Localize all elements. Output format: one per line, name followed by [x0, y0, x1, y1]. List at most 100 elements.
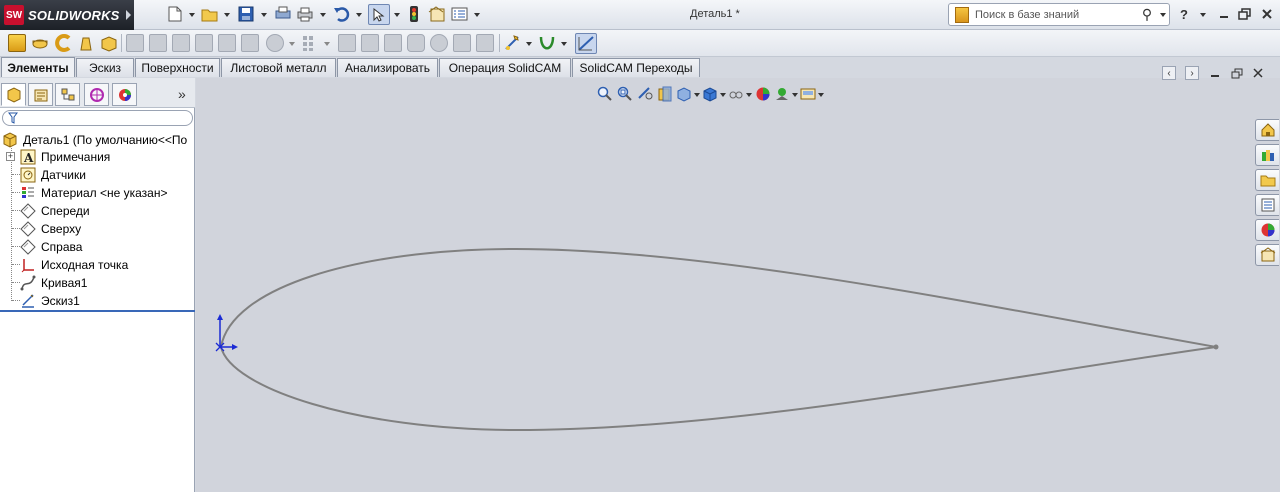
- graphics-area[interactable]: ‹ ›: [196, 66, 1280, 492]
- save-dropdown-icon[interactable]: [261, 13, 267, 17]
- custom-properties-icon[interactable]: [1255, 244, 1279, 266]
- tree-item-top-plane[interactable]: Сверху: [20, 220, 81, 237]
- solidworks-menu-button[interactable]: SW SOLIDWORKS: [0, 0, 134, 30]
- zoom-to-area-icon[interactable]: [616, 85, 634, 103]
- viewport-left-arrow-icon[interactable]: ‹: [1162, 66, 1176, 80]
- mirror-icon[interactable]: [453, 34, 471, 52]
- edit-appearance-icon[interactable]: [754, 85, 772, 103]
- solidworks-resources-icon[interactable]: [1255, 119, 1279, 141]
- print-setup-icon[interactable]: [274, 5, 292, 23]
- swept-boss-icon[interactable]: [54, 34, 72, 52]
- lofted-cut-icon[interactable]: [218, 34, 236, 52]
- reference-geometry-dropdown-icon[interactable]: [526, 42, 532, 46]
- sketch-canvas[interactable]: [196, 78, 1280, 492]
- rebuild-icon[interactable]: [405, 5, 423, 23]
- file-properties-icon[interactable]: [428, 5, 446, 23]
- search-input[interactable]: Поиск в базе знаний: [975, 9, 1137, 21]
- zoom-to-fit-icon[interactable]: [596, 85, 614, 103]
- undo-icon[interactable]: [333, 5, 351, 23]
- print-icon[interactable]: [296, 5, 314, 23]
- appearances-scenes-icon[interactable]: [1255, 219, 1279, 241]
- tree-item-annotations[interactable]: A Примечания: [20, 148, 110, 165]
- print-dropdown-icon[interactable]: [320, 13, 326, 17]
- new-document-icon[interactable]: [166, 5, 184, 23]
- revolved-cut-icon[interactable]: [172, 34, 190, 52]
- swept-cut-icon[interactable]: [195, 34, 213, 52]
- curve-endpoint[interactable]: [1213, 344, 1219, 350]
- dimxpert-manager-tab[interactable]: [84, 83, 109, 106]
- fillet-dropdown-icon[interactable]: [289, 42, 295, 46]
- undo-dropdown-icon[interactable]: [356, 13, 362, 17]
- design-library-icon[interactable]: [1255, 144, 1279, 166]
- tab-features[interactable]: Элементы: [1, 57, 75, 77]
- tree-item-origin[interactable]: Исходная точка: [20, 256, 128, 273]
- curves-dropdown-icon[interactable]: [561, 42, 567, 46]
- view-palette-icon[interactable]: [1255, 194, 1279, 216]
- search-icon[interactable]: ⚲: [1137, 5, 1157, 25]
- curves-icon[interactable]: [538, 34, 556, 52]
- airfoil-profile-curve[interactable]: [219, 247, 1217, 432]
- tree-item-front-plane[interactable]: Спереди: [20, 202, 90, 219]
- revolved-boss-icon[interactable]: [31, 34, 49, 52]
- display-style-icon[interactable]: [702, 85, 726, 103]
- close-icon[interactable]: [1259, 6, 1275, 22]
- tree-item-material[interactable]: Материал <не указан>: [20, 184, 167, 201]
- feature-tree-filter[interactable]: [2, 110, 193, 126]
- hole-wizard-icon[interactable]: [149, 34, 167, 52]
- help-icon[interactable]: ?: [1176, 6, 1192, 22]
- previous-view-icon[interactable]: [636, 85, 654, 103]
- apply-scene-icon[interactable]: [774, 85, 798, 103]
- tab-sheet-metal[interactable]: Листовой металл: [221, 58, 336, 77]
- minimize-icon[interactable]: [1216, 6, 1232, 22]
- tab-surfaces[interactable]: Поверхности: [135, 58, 220, 77]
- tree-item-curve1[interactable]: Кривая1: [20, 274, 87, 291]
- open-dropdown-icon[interactable]: [224, 13, 230, 17]
- pattern-dropdown-icon[interactable]: [324, 42, 330, 46]
- select-icon[interactable]: [368, 4, 390, 25]
- tab-sketch[interactable]: Эскиз: [76, 58, 134, 77]
- linear-pattern-icon[interactable]: [301, 34, 319, 52]
- section-view-icon[interactable]: [656, 85, 674, 103]
- restore-icon[interactable]: [1237, 6, 1253, 22]
- hide-show-items-icon[interactable]: [728, 85, 752, 103]
- tree-item-sketch1[interactable]: Эскиз1: [20, 292, 80, 309]
- select-dropdown-icon[interactable]: [394, 13, 400, 17]
- feature-manager-tab[interactable]: [1, 83, 26, 106]
- lofted-boss-icon[interactable]: [77, 34, 95, 52]
- save-icon[interactable]: [237, 5, 255, 23]
- options-dropdown-icon[interactable]: [474, 13, 480, 17]
- viewport-minimize-icon[interactable]: [1208, 66, 1222, 80]
- display-manager-tab[interactable]: [112, 83, 137, 106]
- wrap-icon[interactable]: [407, 34, 425, 52]
- new-dropdown-icon[interactable]: [189, 13, 195, 17]
- options-icon[interactable]: [451, 5, 469, 23]
- view-settings-icon[interactable]: [800, 85, 824, 103]
- tab-evaluate[interactable]: Анализировать: [337, 58, 438, 77]
- draft-icon[interactable]: [361, 34, 379, 52]
- rollback-bar[interactable]: [0, 310, 195, 312]
- viewport-close-icon[interactable]: [1251, 66, 1265, 80]
- search-options-button[interactable]: [1157, 5, 1169, 25]
- shell-icon[interactable]: [384, 34, 402, 52]
- knowledge-search[interactable]: Поиск в базе знаний ⚲: [948, 3, 1170, 26]
- configuration-manager-tab[interactable]: [55, 83, 80, 106]
- boundary-cut-icon[interactable]: [241, 34, 259, 52]
- open-folder-icon[interactable]: [201, 5, 219, 23]
- view-orientation-icon[interactable]: [676, 85, 700, 103]
- tab-solidcam-transitions[interactable]: SolidCAM Переходы: [572, 58, 700, 77]
- extruded-cut-icon[interactable]: [126, 34, 144, 52]
- tree-item-right-plane[interactable]: Справа: [20, 238, 82, 255]
- dome-icon[interactable]: [476, 34, 494, 52]
- tree-root-part[interactable]: Деталь1 (По умолчанию<<По: [2, 131, 193, 148]
- property-manager-tab[interactable]: [28, 83, 53, 106]
- help-dropdown-icon[interactable]: [1200, 13, 1206, 17]
- boundary-boss-icon[interactable]: [100, 34, 118, 52]
- file-explorer-icon[interactable]: [1255, 169, 1279, 191]
- tree-item-sensors[interactable]: Датчики: [20, 166, 86, 183]
- instant3d-icon[interactable]: [575, 33, 597, 54]
- intersect-icon[interactable]: [430, 34, 448, 52]
- expand-annotations-icon[interactable]: +: [6, 152, 15, 161]
- fillet-icon[interactable]: [266, 34, 284, 52]
- more-tabs-icon[interactable]: »: [178, 86, 186, 102]
- tab-solidcam-operation[interactable]: Операция SolidCAM: [439, 58, 571, 77]
